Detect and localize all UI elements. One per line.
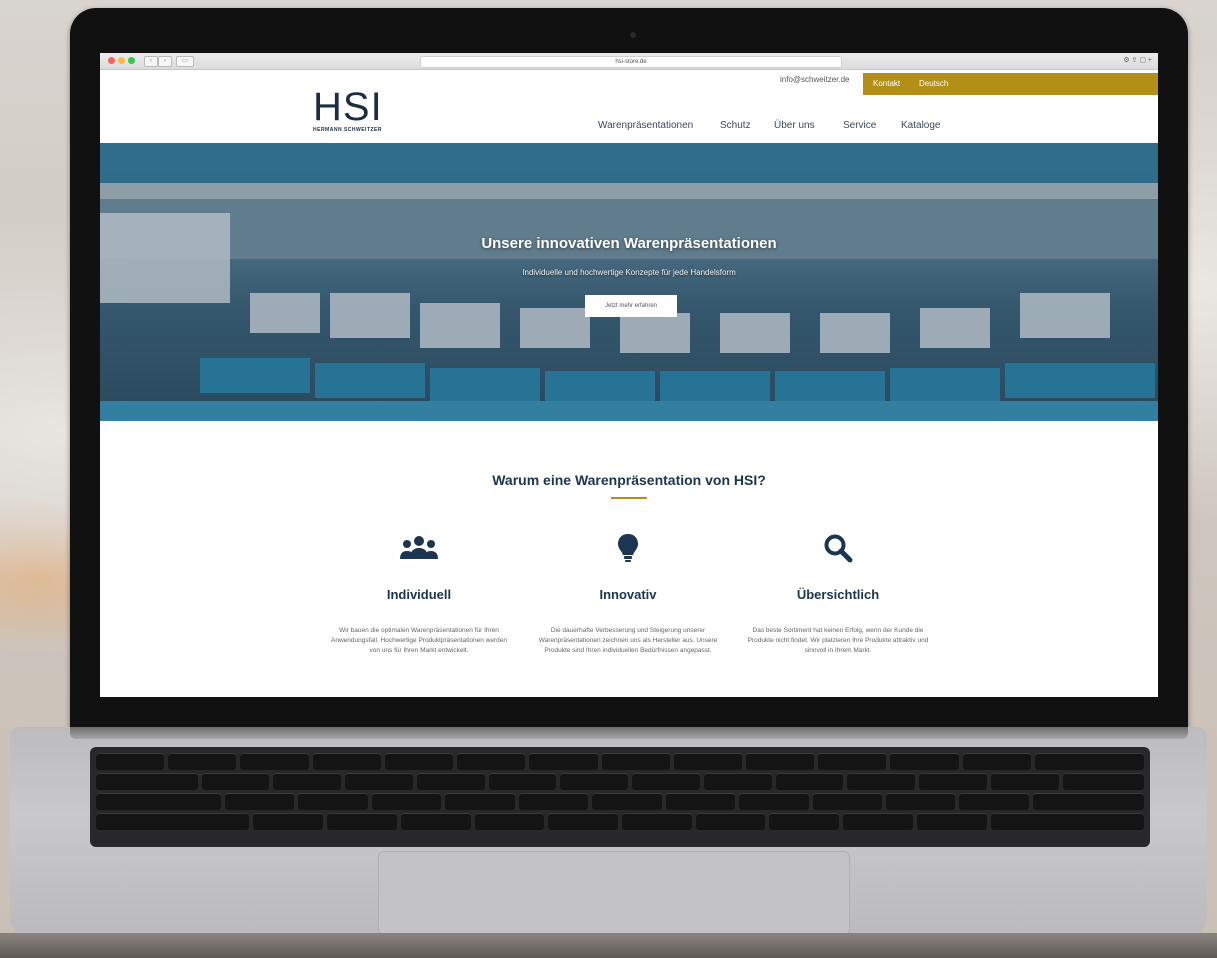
logo-wordmark: HSI bbox=[313, 85, 383, 129]
key-row bbox=[96, 813, 1144, 830]
language-selector[interactable]: Deutsch bbox=[919, 79, 948, 88]
minimize-window-icon[interactable] bbox=[118, 57, 125, 64]
feature-innovativ: Innovativ Die dauerhafte Verbesserung un… bbox=[528, 531, 728, 656]
sidebar-icon[interactable]: ▭ bbox=[176, 56, 194, 67]
site-logo[interactable]: HSI HERMANN SCHWEITZER bbox=[313, 85, 383, 133]
users-icon bbox=[319, 531, 519, 565]
search-icon bbox=[738, 531, 938, 565]
feature-description: Wir bauen die optimalen Warenpräsentatio… bbox=[331, 627, 507, 654]
feature-individuell: Individuell Wir bauen die optimalen Ware… bbox=[319, 531, 519, 656]
nav-item-kataloge[interactable]: Kataloge bbox=[901, 120, 940, 131]
section-title-underline bbox=[611, 497, 647, 499]
hero-title: Unsere innovativen Warenpräsentationen bbox=[481, 235, 777, 252]
webcam bbox=[630, 32, 636, 38]
hero-subtitle: Individuelle und hochwertige Konzepte fü… bbox=[522, 268, 736, 277]
feature-title: Innovativ bbox=[599, 587, 657, 602]
close-window-icon[interactable] bbox=[108, 57, 115, 64]
section-title: Warum eine Warenpräsentation von HSI? bbox=[492, 472, 766, 488]
utility-bar-accent: Kontakt Deutsch bbox=[863, 73, 1158, 95]
trackpad bbox=[378, 851, 850, 935]
back-icon[interactable]: ‹ bbox=[144, 56, 158, 67]
nav-item-warenpraesentationen[interactable]: Warenpräsentationen bbox=[598, 120, 693, 131]
maximize-window-icon[interactable] bbox=[128, 57, 135, 64]
learn-more-button[interactable]: Jetzt mehr erfahren bbox=[585, 295, 677, 317]
feature-uebersichtlich: Übersichtlich Das beste Sortiment hat ke… bbox=[738, 531, 938, 656]
logo-tagline: HERMANN SCHWEITZER bbox=[313, 127, 382, 133]
laptop-hinge bbox=[70, 727, 1188, 739]
toolbar-actions[interactable]: ⚙ ⇪ ▢ + bbox=[1072, 56, 1152, 66]
url-bar[interactable]: hsi-store.de bbox=[420, 56, 842, 68]
lightbulb-icon bbox=[528, 531, 728, 565]
browser-toolbar: ‹ › ▭ hsi-store.de ⚙ ⇪ ▢ + bbox=[100, 53, 1158, 70]
table-surface bbox=[0, 933, 1217, 958]
key-row bbox=[96, 793, 1144, 810]
nav-item-schutz[interactable]: Schutz bbox=[720, 120, 751, 131]
key-row bbox=[96, 753, 1144, 770]
hero-banner: Unsere innovativen Warenpräsentationen I… bbox=[100, 143, 1158, 421]
hero-background-image bbox=[100, 143, 1158, 421]
laptop-screen: ‹ › ▭ hsi-store.de ⚙ ⇪ ▢ + info@schweitz… bbox=[100, 53, 1158, 697]
feature-description: Die dauerhafte Verbesserung und Steigeru… bbox=[538, 627, 718, 654]
keyboard bbox=[90, 747, 1150, 847]
feature-title: Individuell bbox=[386, 587, 452, 602]
forward-icon[interactable]: › bbox=[158, 56, 172, 67]
nav-item-ueber-uns[interactable]: Über uns bbox=[774, 120, 815, 131]
feature-description: Das beste Sortiment hat keinen Erfolg, w… bbox=[747, 627, 929, 654]
utility-bar: info@schweitzer.de Kontakt Deutsch bbox=[100, 69, 1158, 95]
key-row bbox=[96, 773, 1144, 790]
feature-title: Übersichtlich bbox=[796, 587, 880, 602]
contact-link[interactable]: Kontakt bbox=[873, 79, 900, 88]
nav-item-service[interactable]: Service bbox=[843, 120, 876, 131]
email-link[interactable]: info@schweitzer.de bbox=[780, 75, 850, 84]
